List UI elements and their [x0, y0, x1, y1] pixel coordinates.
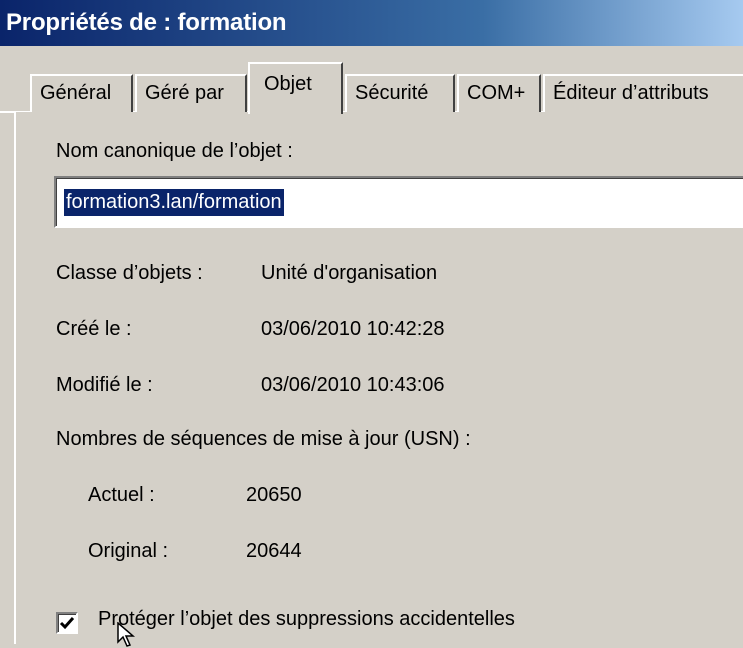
modified-value: 03/06/2010 10:43:06: [261, 374, 445, 396]
window-title: Propriétés de : formation: [6, 9, 287, 36]
created-value: 03/06/2010 10:42:28: [261, 318, 445, 340]
protect-checkbox[interactable]: [56, 612, 78, 634]
tab-gere-par[interactable]: Géré par: [135, 74, 247, 112]
canonical-name-label: Nom canonique de l’objet :: [56, 140, 293, 162]
tab-com-plus[interactable]: COM+: [457, 74, 541, 112]
tab-com-plus-label: COM+: [467, 82, 526, 104]
tab-gere-par-label: Géré par: [145, 82, 224, 104]
tab-general[interactable]: Général: [30, 74, 133, 112]
object-class-value: Unité d'organisation: [261, 262, 438, 284]
modified-label: Modifié le :: [56, 374, 153, 396]
tab-general-label: Général: [40, 82, 112, 104]
tab-editeur-attributs[interactable]: Éditeur d’attributs: [543, 74, 743, 112]
usn-current-label: Actuel :: [88, 484, 155, 506]
tab-panel-objet: Nom canonique de l’objet : formation3.la…: [14, 112, 743, 644]
usn-original-value: 20644: [246, 540, 302, 562]
canonical-name-field[interactable]: formation3.lan/formation: [54, 176, 743, 228]
tab-objet-label: Objet: [264, 73, 312, 95]
usn-original-label: Original :: [88, 540, 169, 562]
tab-editeur-attributs-label: Éditeur d’attributs: [553, 82, 709, 104]
canonical-name-value: formation3.lan/formation: [64, 189, 284, 216]
mouse-cursor-icon: [117, 622, 136, 647]
tab-securite-label: Sécurité: [355, 82, 429, 104]
tab-securite[interactable]: Sécurité: [345, 74, 455, 112]
checkmark-icon: [59, 617, 75, 630]
usn-heading: Nombres de séquences de mise à jour (USN…: [56, 428, 471, 450]
protect-label: Protéger l’objet des suppressions accide…: [98, 608, 515, 630]
title-bar: Propriétés de : formation: [0, 0, 743, 46]
tab-objet[interactable]: Objet: [248, 62, 343, 114]
usn-current-value: 20650: [246, 484, 302, 506]
object-class-label: Classe d’objets :: [56, 262, 203, 284]
created-label: Créé le :: [56, 318, 132, 340]
